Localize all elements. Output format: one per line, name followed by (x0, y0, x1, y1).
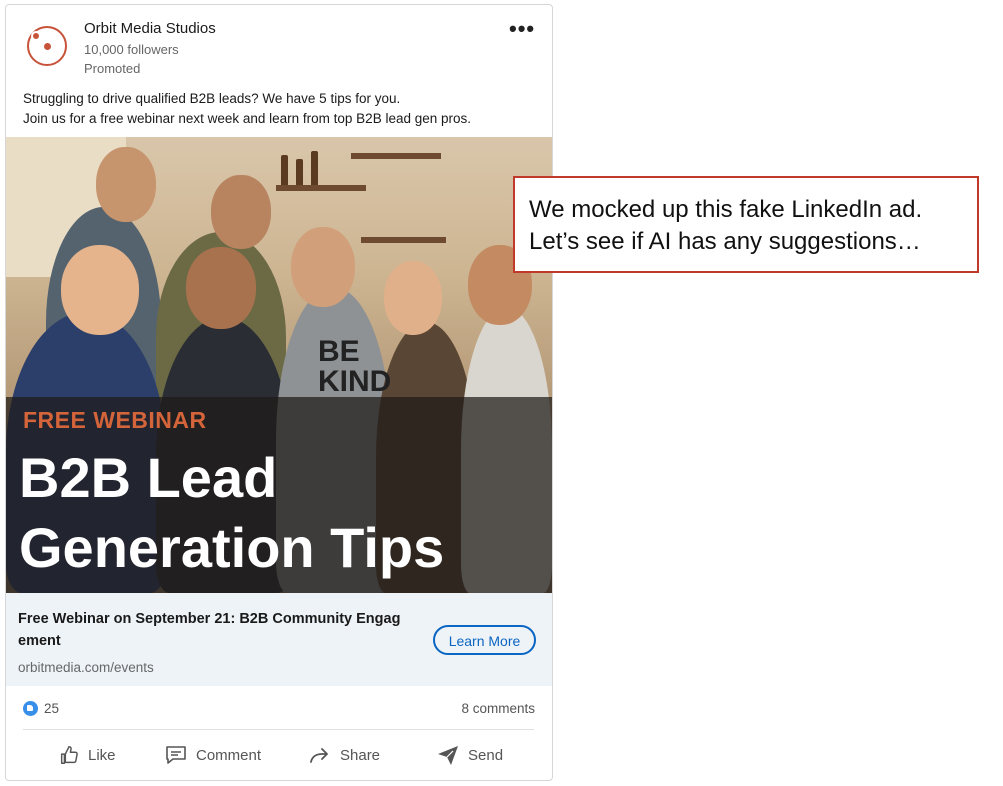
annotation-line: We mocked up this fake LinkedIn ad. (529, 196, 923, 223)
image-headline: B2B Lead Generation Tips (19, 443, 444, 583)
cta-url: orbitmedia.com/events (18, 660, 154, 675)
send-button[interactable]: Send (436, 741, 503, 769)
cta-title[interactable]: Free Webinar on September 21: B2B Commun… (18, 608, 418, 652)
person-head (384, 261, 442, 335)
follower-count: 10,000 followers (84, 42, 179, 57)
post-text-line: Join us for a free webinar next week and… (23, 111, 472, 126)
webinar-tag: FREE WEBINAR (23, 407, 207, 433)
shelf (351, 153, 441, 159)
share-arrow-icon (310, 748, 328, 763)
reaction-summary[interactable]: 25 (23, 701, 59, 716)
annotation-callout: We mocked up this fake LinkedIn ad. Let’… (513, 176, 979, 273)
person-head (96, 147, 156, 222)
share-label: Share (340, 746, 381, 764)
divider (23, 729, 534, 730)
comment-label: Comment (196, 746, 262, 764)
share-button[interactable]: Share (308, 741, 380, 769)
person-head (186, 247, 256, 329)
company-name[interactable]: Orbit Media Studios (84, 20, 216, 37)
person-head (61, 245, 139, 335)
comment-icon (166, 746, 186, 764)
send-label: Send (468, 746, 504, 764)
headline-line: B2B Lead (19, 446, 278, 509)
post-text: Struggling to drive qualified B2B leads?… (23, 89, 471, 129)
shelf (361, 237, 446, 243)
ad-image[interactable]: BE KIND FREE WEBINAR B2B Lead Generation… (6, 137, 552, 593)
cta-bar[interactable]: Free Webinar on September 21: B2B Commun… (6, 593, 552, 686)
logo-orbit-dot (31, 31, 41, 41)
like-button[interactable]: Like (58, 741, 116, 769)
comment-button[interactable]: Comment (164, 741, 261, 769)
like-label: Like (88, 746, 116, 764)
shirt-print: BE KIND (318, 335, 392, 398)
bottle (281, 155, 288, 185)
learn-more-button[interactable]: Learn More (433, 625, 536, 655)
person-head (211, 175, 271, 249)
person-head (291, 227, 355, 307)
bottle (296, 159, 303, 185)
headline-line: Generation Tips (19, 516, 445, 579)
promoted-label: Promoted (84, 61, 141, 76)
comments-count[interactable]: 8 comments (461, 701, 535, 716)
post-text-line: Struggling to drive qualified B2B leads?… (23, 91, 401, 106)
like-reaction-icon (23, 701, 38, 716)
more-options-icon[interactable]: ••• (509, 18, 535, 40)
shelf (276, 185, 366, 191)
annotation-line: Let’s see if AI has any suggestions… (529, 228, 921, 255)
linkedin-ad-card: Orbit Media Studios 10,000 followers Pro… (5, 4, 553, 781)
thumbs-up-icon (60, 746, 78, 764)
reaction-count: 25 (44, 701, 60, 716)
bottle (311, 151, 318, 185)
logo-center-dot (44, 43, 51, 50)
company-logo[interactable] (27, 26, 67, 66)
send-icon (438, 746, 458, 765)
